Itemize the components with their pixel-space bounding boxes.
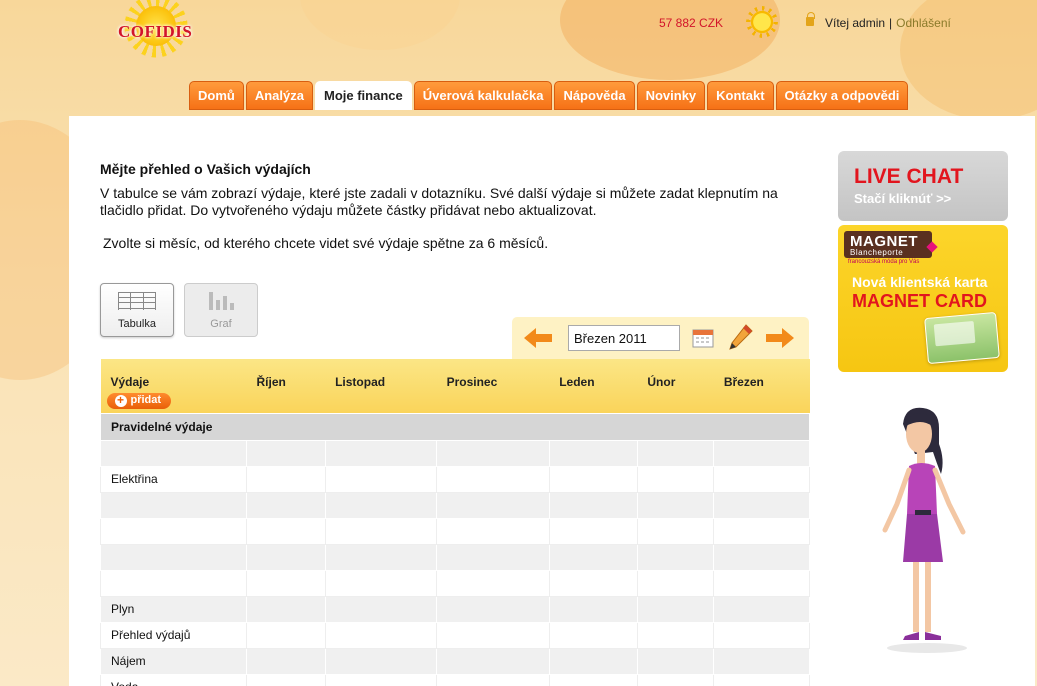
cofidis-logo[interactable]: COFIDIS xyxy=(112,0,192,70)
tab-uverova-kalkulacka[interactable]: Úverová kalkulačka xyxy=(413,81,553,110)
table-view-button[interactable]: Tabulka xyxy=(100,283,174,337)
expense-label: Plyn xyxy=(100,595,247,623)
expense-label xyxy=(100,517,247,545)
header-cell: Říjen xyxy=(246,359,326,413)
table-row[interactable]: Přehled výdajů xyxy=(100,621,810,649)
table-row[interactable] xyxy=(100,439,810,467)
lock-icon xyxy=(806,12,815,26)
magnet-tagline: francouzská móda pro Vás xyxy=(848,259,920,265)
main-nav: Domů Analýza Moje finance Úverová kalkul… xyxy=(189,81,909,110)
tab-otazky-a-odpovedi[interactable]: Otázky a odpovědi xyxy=(775,81,909,110)
welcome-text: Vítej admin xyxy=(825,16,886,30)
header-cell: Březen xyxy=(713,359,810,413)
tab-analyza[interactable]: Analýza xyxy=(245,81,313,110)
tab-novinky[interactable]: Novinky xyxy=(636,81,706,110)
table-icon xyxy=(118,292,156,310)
separator: | xyxy=(889,16,893,30)
pencil-icon[interactable] xyxy=(726,323,754,351)
table-row[interactable] xyxy=(100,569,810,597)
page-title: Mějte přehled o Vašich výdajích xyxy=(100,161,311,177)
expense-label xyxy=(100,543,247,571)
live-chat-banner[interactable]: LIVE CHAT Stačí kliknúť >> xyxy=(838,151,1008,221)
tab-kontakt[interactable]: Kontakt xyxy=(707,81,774,110)
expense-label: Přehled výdajů xyxy=(100,621,247,649)
section-label: Pravidelné výdaje xyxy=(100,412,810,441)
expense-label: Nájem xyxy=(100,647,247,675)
live-chat-title: LIVE CHAT xyxy=(854,165,964,188)
expense-label xyxy=(100,491,247,519)
live-chat-link: Stačí kliknúť >> xyxy=(854,191,952,206)
table-row[interactable] xyxy=(100,543,810,571)
tab-domu[interactable]: Domů xyxy=(189,81,244,110)
magnet-line1: Nová klientská karta xyxy=(852,274,988,290)
account-balance: 57 882 CZK xyxy=(659,16,724,30)
table-row[interactable]: Voda xyxy=(100,673,810,686)
header-cell: Únor xyxy=(637,359,714,413)
table-row[interactable]: Nájem xyxy=(100,647,810,675)
graph-view-button[interactable]: Graf xyxy=(184,283,258,337)
top-bar: 57 882 CZK Vítej admin | Odhlášení xyxy=(0,6,1037,38)
bar-chart-icon xyxy=(202,292,240,310)
table-row[interactable]: Elektřina xyxy=(100,465,810,493)
magnet-brand-sub: Blancheporte xyxy=(850,248,904,257)
sun-icon xyxy=(746,6,778,38)
logout-link[interactable]: Odhlášení xyxy=(896,16,951,30)
header-cell: Leden xyxy=(549,359,638,413)
expense-label xyxy=(100,569,247,597)
header-cell: Výdaje přidat xyxy=(100,359,247,413)
expense-label: Elektřina xyxy=(100,465,247,493)
main-panel: Mějte přehled o Vašich výdajích V tabulc… xyxy=(69,116,1035,686)
header-label: Výdaje xyxy=(110,375,150,389)
magnet-card-image xyxy=(924,311,1000,365)
table-row[interactable]: Plyn xyxy=(100,595,810,623)
month-selector xyxy=(512,317,809,359)
expenses-table: Výdaje přidat Říjen Listopad Prosinec Le… xyxy=(100,359,810,686)
woman-illustration xyxy=(882,407,967,653)
table-view-label: Tabulka xyxy=(118,318,156,330)
month-hint: Zvolte si měsíc, od kterého chcete videt… xyxy=(103,235,549,251)
arrow-left-icon[interactable] xyxy=(522,326,554,350)
calendar-icon[interactable] xyxy=(692,327,714,349)
table-row[interactable] xyxy=(100,491,810,519)
expense-label xyxy=(100,439,247,467)
tab-moje-finance[interactable]: Moje finance xyxy=(314,81,412,110)
intro-text: V tabulce se vám zobrazí výdaje, které j… xyxy=(100,185,778,218)
tab-napoveda[interactable]: Nápověda xyxy=(554,81,635,110)
add-expense-button[interactable]: přidat xyxy=(106,393,172,409)
magnet-logo: MAGNET Blancheporte xyxy=(844,231,932,258)
table-row[interactable] xyxy=(100,517,810,545)
graph-view-label: Graf xyxy=(210,318,232,330)
section-row: Pravidelné výdaje xyxy=(100,412,810,441)
arrow-right-icon[interactable] xyxy=(764,326,796,350)
expense-label: Voda xyxy=(100,673,247,686)
magnet-card-banner[interactable]: MAGNET Blancheporte francouzská móda pro… xyxy=(838,225,1008,372)
header-cell: Prosinec xyxy=(436,359,550,413)
month-input[interactable] xyxy=(568,325,680,351)
header-cell: Listopad xyxy=(325,359,437,413)
magnet-line2: MAGNET CARD xyxy=(852,291,987,311)
lamp-shape xyxy=(560,0,780,80)
user-info: Vítej admin | Odhlášení xyxy=(825,16,951,30)
